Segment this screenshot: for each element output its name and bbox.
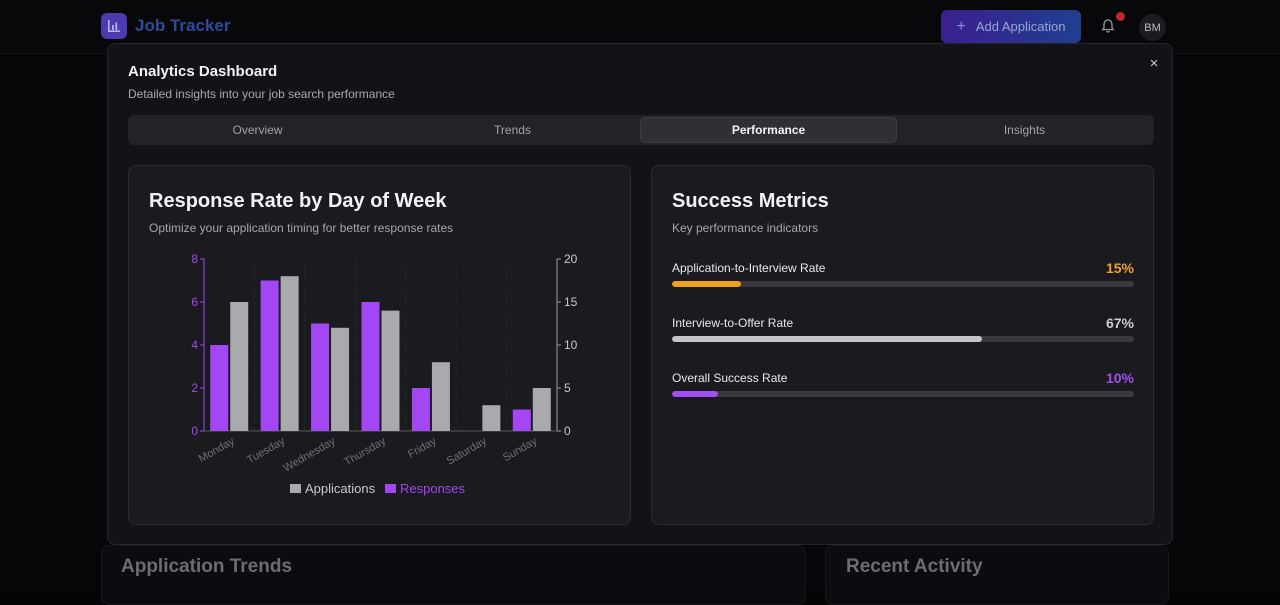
responses-bar bbox=[261, 281, 279, 432]
tab-performance[interactable]: Performance bbox=[640, 117, 897, 143]
brand[interactable]: Job Tracker bbox=[101, 13, 230, 39]
x-tick-label: Wednesday bbox=[281, 435, 338, 475]
progress-fill bbox=[672, 336, 982, 342]
x-tick-label: Sunday bbox=[501, 435, 540, 464]
modal-title: Analytics Dashboard bbox=[128, 63, 277, 80]
metric-value: 67% bbox=[1106, 315, 1134, 331]
progress-track bbox=[672, 281, 1134, 287]
right-tick-label: 20 bbox=[564, 252, 578, 266]
applications-bar bbox=[482, 405, 500, 431]
app-name: Job Tracker bbox=[135, 16, 230, 36]
bar-chart-logo-icon bbox=[101, 13, 127, 39]
metric-label: Overall Success Rate bbox=[672, 371, 787, 385]
bell-icon[interactable] bbox=[1100, 18, 1116, 34]
x-tick-label: Thursday bbox=[342, 435, 388, 469]
left-tick-label: 2 bbox=[191, 381, 198, 395]
metric-value: 15% bbox=[1106, 260, 1134, 276]
legend-label-applications: Applications bbox=[305, 481, 376, 496]
x-tick-label: Saturday bbox=[445, 435, 490, 468]
responses-bar bbox=[412, 388, 430, 431]
right-tick-label: 15 bbox=[564, 295, 578, 309]
legend-label-responses: Responses bbox=[400, 481, 466, 496]
metric-value: 10% bbox=[1106, 370, 1134, 386]
tab-trends[interactable]: Trends bbox=[385, 117, 640, 143]
legend-swatch-responses bbox=[385, 484, 396, 493]
progress-fill bbox=[672, 391, 718, 397]
legend-swatch-applications bbox=[290, 484, 301, 493]
responses-bar bbox=[513, 410, 531, 432]
tab-bar: Overview Trends Performance Insights bbox=[128, 115, 1154, 145]
applications-bar bbox=[281, 276, 299, 431]
progress-track bbox=[672, 391, 1134, 397]
success-metrics-card: Success Metrics Key performance indicato… bbox=[651, 165, 1154, 525]
applications-bar bbox=[382, 311, 400, 431]
applications-bar bbox=[432, 362, 450, 431]
progress-track bbox=[672, 336, 1134, 342]
tab-overview[interactable]: Overview bbox=[130, 117, 385, 143]
avatar[interactable]: BM bbox=[1139, 14, 1166, 41]
applications-bar bbox=[533, 388, 551, 431]
left-tick-label: 0 bbox=[191, 424, 198, 438]
application-trends-title: Application Trends bbox=[121, 556, 292, 578]
analytics-dashboard-modal: Analytics Dashboard Detailed insights in… bbox=[107, 43, 1173, 545]
right-tick-label: 5 bbox=[564, 381, 571, 395]
left-tick-label: 8 bbox=[191, 252, 198, 266]
applications-bar bbox=[230, 302, 248, 431]
metric-label: Interview-to-Offer Rate bbox=[672, 316, 793, 330]
left-tick-label: 6 bbox=[191, 295, 198, 309]
modal-subtitle: Detailed insights into your job search p… bbox=[128, 87, 395, 101]
progress-fill bbox=[672, 281, 741, 287]
add-application-button[interactable]: + Add Application bbox=[941, 10, 1081, 43]
left-tick-label: 4 bbox=[191, 338, 198, 352]
response-rate-card: Response Rate by Day of Week Optimize yo… bbox=[128, 165, 631, 525]
x-tick-label: Monday bbox=[197, 435, 237, 465]
close-icon[interactable]: × bbox=[1146, 56, 1162, 72]
responses-bar bbox=[210, 345, 228, 431]
recent-activity-title: Recent Activity bbox=[846, 556, 983, 578]
x-tick-label: Tuesday bbox=[245, 435, 288, 467]
success-metrics-subtitle: Key performance indicators bbox=[672, 221, 818, 235]
right-tick-label: 0 bbox=[564, 424, 571, 438]
success-metrics-title: Success Metrics bbox=[672, 190, 829, 213]
applications-bar bbox=[331, 328, 349, 431]
tab-insights[interactable]: Insights bbox=[897, 117, 1152, 143]
notification-dot bbox=[1116, 12, 1125, 21]
responses-bar bbox=[311, 324, 329, 432]
right-tick-label: 10 bbox=[564, 338, 578, 352]
plus-icon: + bbox=[957, 18, 966, 36]
metric-label: Application-to-Interview Rate bbox=[672, 261, 825, 275]
x-tick-label: Friday bbox=[406, 435, 439, 461]
response-rate-chart: 0 2 4 6 8 0 5 10 15 20 Monday TuesdayWednesdayThurs… bbox=[129, 166, 632, 526]
responses-bar bbox=[362, 302, 380, 431]
add-application-label: Add Application bbox=[976, 19, 1066, 34]
